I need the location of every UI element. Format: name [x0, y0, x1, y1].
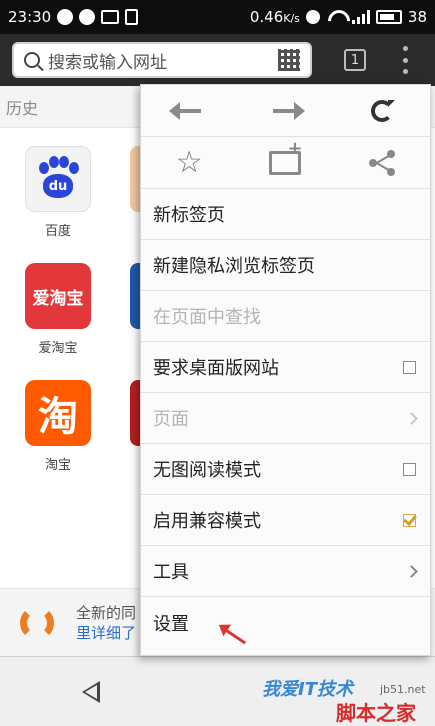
banner-line-1: 全新的同 [76, 603, 137, 622]
menu-item-find-in-page: 在页面中查找 [141, 291, 430, 342]
url-placeholder: 搜索或输入网址 [48, 52, 167, 73]
menu-forward-button[interactable] [237, 101, 333, 120]
menu-item-new-private-tab[interactable]: 新建隐私浏览标签页 [141, 240, 430, 291]
speed-dial-baidu[interactable]: du 百度 [18, 146, 98, 239]
search-icon [24, 52, 40, 68]
chevron-right-icon [405, 564, 418, 578]
menu-item-compat-mode[interactable]: 启用兼容模式 [141, 495, 430, 546]
battery-icon [375, 10, 402, 24]
checkbox[interactable] [403, 462, 416, 476]
browser-toolbar: 搜索或输入网址 1 [0, 34, 435, 86]
overflow-menu-icon[interactable] [400, 46, 410, 74]
watermark-brand: 脚本之家 [336, 701, 416, 725]
signal-icon [351, 10, 370, 24]
url-bar[interactable]: 搜索或输入网址 [12, 42, 312, 78]
checkbox[interactable] [403, 360, 416, 374]
image-notification-icon [101, 10, 120, 24]
system-nav-bar: 我爱IT技术 jb51.net 脚本之家 [0, 656, 435, 726]
checkbox-checked[interactable] [403, 513, 416, 527]
alarm-icon [305, 10, 320, 24]
tile-label: 淘宝 [44, 458, 71, 473]
add-to-reading-button[interactable] [237, 138, 333, 175]
data-rate: 0.46K/s [249, 8, 300, 26]
watermark-site: jb51.net [380, 683, 426, 696]
browser-menu: ☆ 新标签页 新建隐私浏览标签页 在页面中查找 要求桌面版网站 页面 无图阅读模… [140, 84, 431, 656]
menu-reload-button[interactable] [334, 99, 430, 122]
notification-icon [125, 9, 139, 25]
menu-item-no-image-mode[interactable]: 无图阅读模式 [141, 444, 430, 495]
star-icon: ☆ [175, 145, 203, 180]
clock: 23:30 [8, 8, 52, 26]
arrow-left-icon [169, 101, 202, 120]
sync-icon [57, 9, 74, 25]
wifi-icon [326, 10, 346, 24]
baidu-logo: du [25, 146, 91, 212]
menu-item-request-desktop-site[interactable]: 要求桌面版网站 [141, 342, 430, 393]
aitaobao-logo: 爱淘宝 [25, 263, 91, 329]
tile-label: 爱淘宝 [38, 341, 78, 356]
history-label: 历史 [6, 98, 39, 118]
bookmark-button[interactable]: ☆ [141, 145, 237, 180]
reload-icon [370, 99, 395, 122]
share-icon [368, 149, 395, 176]
sync-icon-2 [79, 9, 96, 25]
tile-label: 百度 [44, 224, 71, 239]
battery-level: 38 [407, 8, 427, 26]
speed-dial-aitaobao[interactable]: 爱淘宝 爱淘宝 [18, 263, 98, 356]
tab-switcher-button[interactable]: 1 [344, 49, 366, 71]
arrow-right-icon [273, 101, 306, 120]
qr-scan-icon[interactable] [278, 49, 300, 71]
tab-count: 1 [350, 52, 360, 68]
share-button[interactable] [334, 149, 430, 176]
menu-item-settings[interactable]: 设置 [141, 597, 430, 648]
chevron-right-icon [405, 411, 418, 425]
add-bookmark-icon [269, 138, 302, 175]
menu-item-tools[interactable]: 工具 [141, 546, 430, 597]
refresh-icon [20, 605, 54, 640]
menu-navigation-row [141, 85, 430, 137]
back-icon[interactable] [82, 681, 100, 703]
menu-item-page: 页面 [141, 393, 430, 444]
status-bar: 23:30 0.46K/s 38 [0, 0, 435, 34]
taobao-logo: 淘 [25, 380, 91, 446]
menu-tools-row: ☆ [141, 137, 430, 189]
banner-link[interactable]: 里详细了 [76, 623, 136, 643]
speed-dial-taobao[interactable]: 淘 淘宝 [18, 380, 98, 473]
menu-back-button[interactable] [141, 101, 237, 120]
menu-item-new-tab[interactable]: 新标签页 [141, 189, 430, 240]
